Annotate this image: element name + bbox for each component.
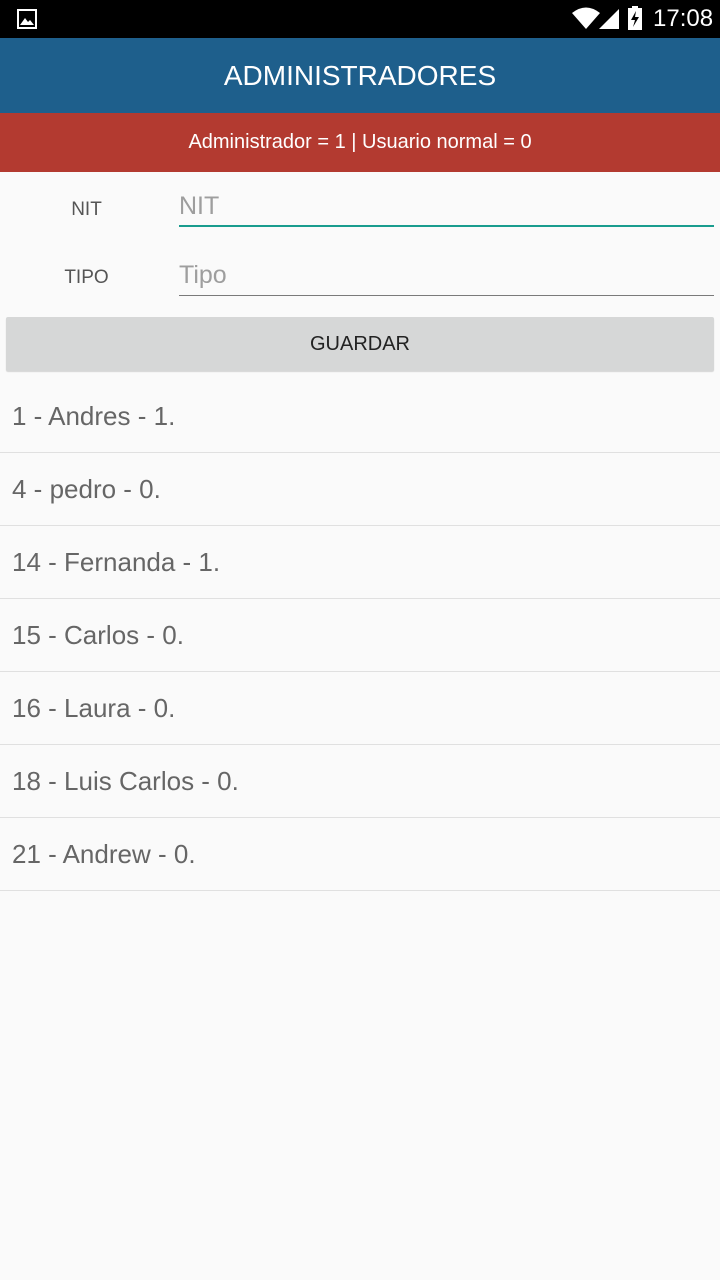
tipo-row: TIPO	[0, 248, 720, 308]
list-item[interactable]: 15 - Carlos - 0.	[0, 599, 720, 672]
status-clock: 17:08	[653, 5, 714, 32]
nit-row: NIT	[0, 180, 720, 240]
nit-input[interactable]	[179, 187, 714, 227]
app-bar: ADMINISTRADORES	[0, 38, 720, 113]
banner-text: Administrador = 1 | Usuario normal = 0	[188, 131, 532, 153]
list-item[interactable]: 18 - Luis Carlos - 0.	[0, 745, 720, 818]
list-item[interactable]: 14 - Fernanda - 1.	[0, 526, 720, 599]
list-item[interactable]: 4 - pedro - 0.	[0, 453, 720, 526]
admin-list: 1 - Andres - 1. 4 - pedro - 0. 14 - Fern…	[0, 380, 720, 891]
gallery-icon	[17, 9, 37, 29]
info-banner: Administrador = 1 | Usuario normal = 0	[0, 113, 720, 172]
tipo-label: TIPO	[64, 267, 109, 288]
list-item[interactable]: 21 - Andrew - 0.	[0, 818, 720, 891]
wifi-icon	[572, 7, 600, 29]
list-item[interactable]: 1 - Andres - 1.	[0, 380, 720, 453]
page-title: ADMINISTRADORES	[223, 59, 497, 91]
battery-charging-icon	[628, 6, 642, 30]
nit-label: NIT	[71, 199, 102, 220]
status-bar: 17:08	[0, 0, 720, 38]
tipo-input[interactable]	[179, 255, 714, 296]
save-button[interactable]: GUARDAR	[6, 317, 714, 371]
signal-icon	[599, 9, 619, 29]
list-item[interactable]: 16 - Laura - 0.	[0, 672, 720, 745]
